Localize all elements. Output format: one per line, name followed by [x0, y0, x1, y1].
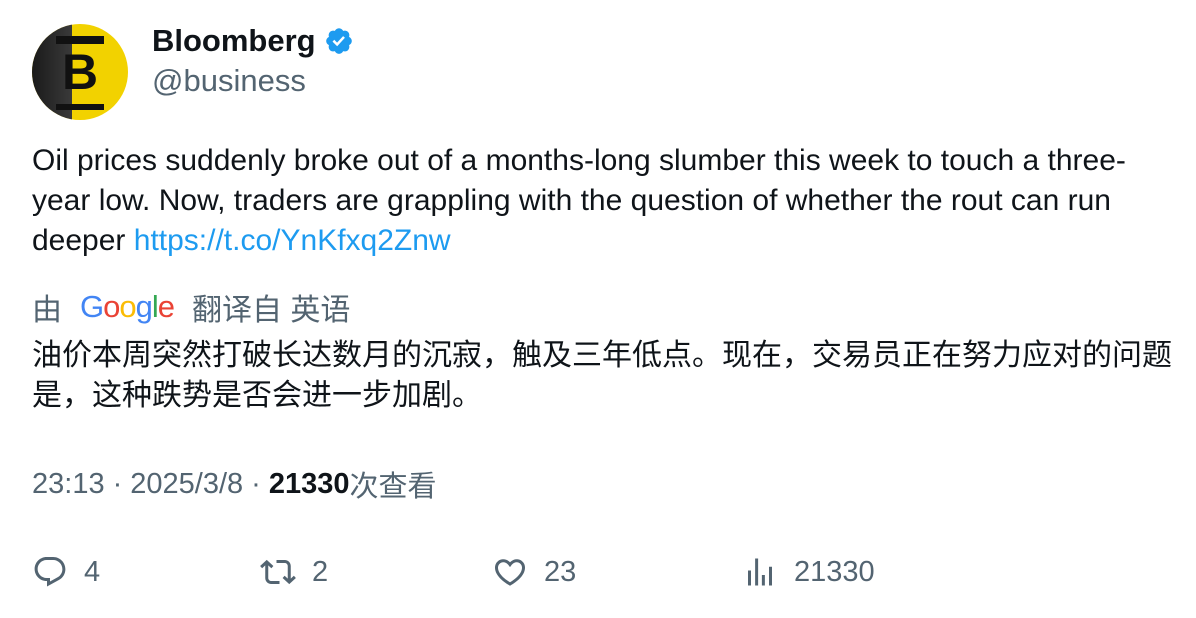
tweet-time[interactable]: 23:13 [32, 468, 105, 501]
like-count: 23 [544, 555, 577, 588]
reply-button[interactable]: 4 [32, 550, 100, 594]
avatar-bar-bottom [56, 104, 104, 110]
analytics-icon [748, 558, 772, 586]
tweet-text: Oil prices suddenly broke out of a month… [32, 141, 1172, 261]
google-logo: Google [80, 289, 175, 324]
author-handle[interactable]: @business [152, 62, 306, 100]
meta-separator-2: · [251, 467, 261, 500]
views-label: 次查看 [349, 471, 437, 503]
translation-suffix[interactable]: 翻译自 英语 [192, 285, 350, 329]
reply-count: 4 [84, 555, 101, 588]
tweet-meta: 23:13 · 2025/3/8 · 21330 次查看 [32, 463, 436, 505]
meta-separator: · [112, 467, 123, 500]
views-action-count: 21330 [794, 555, 875, 588]
avatar[interactable]: B [32, 24, 128, 120]
translation-prefix: 由 [32, 294, 62, 327]
translated-text: 油价本周突然打破长达数月的沉寂，触及三年低点。现在，交易员正在努力应对的问题是，… [32, 339, 1172, 412]
verified-badge-icon [325, 28, 352, 54]
heart-icon [494, 559, 526, 586]
retweet-count: 2 [312, 555, 329, 588]
tweet-date[interactable]: 2025/3/8 [130, 468, 243, 501]
tweet-link[interactable]: https://t.co/YnKfxq2Znw [134, 224, 451, 257]
retweet-icon [260, 559, 296, 585]
retweet-button[interactable]: 2 [260, 550, 328, 594]
author-name-row: Bloomberg [152, 22, 354, 60]
display-name[interactable]: Bloomberg [152, 22, 316, 60]
views-count: 21330 [268, 467, 350, 500]
views-button[interactable]: 21330 [742, 550, 875, 594]
avatar-letter: B [61, 44, 99, 100]
reply-icon [34, 557, 66, 587]
translation-attribution: 由 Google 翻译自 英语 [32, 286, 350, 328]
like-button[interactable]: 23 [492, 550, 576, 594]
